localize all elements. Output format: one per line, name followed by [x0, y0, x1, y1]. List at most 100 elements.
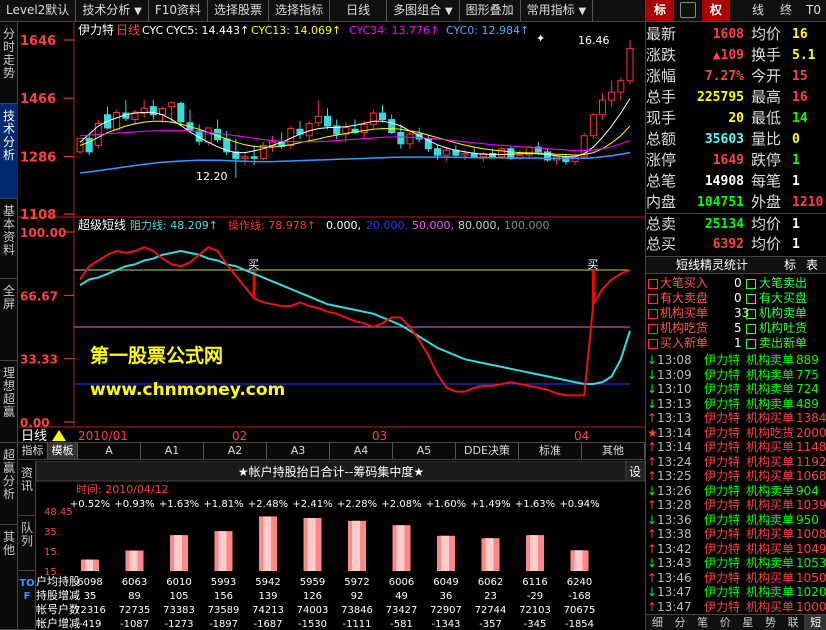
- side-tab-chaoying[interactable]: 超赢分析: [0, 443, 18, 525]
- tab-xian[interactable]: 线: [744, 0, 772, 21]
- trade-sign: ↓: [647, 396, 658, 411]
- elf-label: 机构买单: [660, 306, 709, 320]
- tab-a4[interactable]: A4: [330, 443, 393, 459]
- trade-action: 机构买单: [746, 454, 795, 469]
- quote-value-2: 0: [792, 132, 800, 147]
- side-tab-tech[interactable]: 技术分析: [0, 104, 18, 199]
- trade-sign: ↓: [647, 353, 658, 367]
- tab-standard[interactable]: 标准: [519, 443, 582, 459]
- candle-body: [314, 115, 322, 124]
- tab-a1[interactable]: A1: [141, 443, 204, 459]
- trade-action: 机构买单: [746, 411, 795, 425]
- chip-panel-title: ★帐户持股抬日合计--筹码集中度★: [238, 464, 424, 479]
- menu-level2[interactable]: Level2默认: [0, 0, 77, 21]
- tab-a[interactable]: A: [78, 443, 141, 459]
- trade-action: 机构卖单: [746, 353, 795, 367]
- elf-checkbox-icon: [746, 279, 756, 289]
- chip-row-value: 6049: [433, 577, 458, 588]
- side-tab-intraday[interactable]: 分时走势: [0, 22, 18, 104]
- side-tab-fullscreen[interactable]: 全屏: [0, 279, 18, 361]
- candle-body: [599, 99, 606, 116]
- chip-row-value: 6062: [478, 577, 503, 588]
- elf-stats: 大笔买入 0 大笔卖出 有大卖盘 0 有大买盘 机构买单 33 机构卖单 机构吃货 5 机构吐货 买入新…: [646, 276, 826, 352]
- trade-action: 机构买单: [746, 498, 795, 512]
- elf-tab-biao[interactable]: 标: [784, 257, 796, 274]
- quote-value: 25134: [704, 217, 744, 232]
- price-tick-label: 1646: [20, 34, 56, 49]
- tab-a5[interactable]: A5: [393, 443, 456, 459]
- menu-overlay[interactable]: 图形叠加: [460, 0, 521, 21]
- chip-row-value: -1530: [298, 619, 327, 630]
- candle-body: [617, 80, 625, 93]
- chip-row-value: -29: [527, 591, 543, 602]
- trade-sign: ↑: [647, 570, 658, 585]
- right-bottom-tab[interactable]: 笔: [691, 615, 714, 630]
- sub-tick-label: 33.33: [20, 353, 58, 367]
- chip-rows: 户均持股6098 6063 6010 5993 5942 5959 5972 6006 6049…: [36, 574, 595, 630]
- menu-tech-analysis[interactable]: 技术分析 ▼: [76, 0, 149, 21]
- trade-name: 伊力特: [704, 498, 741, 512]
- quote-value-2: 14: [792, 111, 808, 126]
- trade-sign: ↑: [647, 527, 658, 541]
- elf-tab-table[interactable]: 表: [806, 257, 818, 274]
- trade-time: 13:13: [657, 411, 692, 425]
- right-bottom-tab[interactable]: 分: [669, 615, 692, 630]
- trade-row: ↑ 13:47 伊力特 机构买单 1000: [646, 600, 826, 616]
- candle-body: [397, 131, 405, 145]
- elf-row: 有大卖盘 0 有大买盘: [646, 291, 826, 306]
- trade-action: 机构买单: [746, 469, 795, 483]
- tab-dde[interactable]: DDE决策: [456, 443, 519, 459]
- menu-common-ind[interactable]: 常用指标 ▼: [521, 0, 594, 21]
- trade-name: 伊力特: [704, 570, 741, 585]
- trade-row: ↑ 13:38 伊力特 机构买单 1008: [646, 527, 826, 543]
- tab-a3[interactable]: A3: [267, 443, 330, 459]
- quote-row: 总买 6392 均价 1: [646, 234, 826, 255]
- tab-a2[interactable]: A2: [204, 443, 267, 459]
- chip-row-value: -1687: [253, 619, 282, 630]
- elf-row: 买入新单 1 卖出新单: [646, 336, 826, 351]
- candle-body: [434, 148, 441, 156]
- side-tab-other[interactable]: 其他: [0, 525, 18, 630]
- menu-f10[interactable]: F10资料: [149, 0, 209, 21]
- kline-chart[interactable]: 1646 1466 1286 1108 伊力特 日线 CYC CYC5: 14.443…: [18, 22, 645, 442]
- trade-sign: ↑: [647, 498, 658, 512]
- right-bottom-tab[interactable]: 短: [804, 615, 826, 630]
- tab-indicator[interactable]: 指标: [18, 443, 48, 459]
- tab-template[interactable]: 模板: [48, 443, 78, 459]
- chip-pct-label: +0.93%: [114, 499, 154, 510]
- quote-value-2: 5.1: [792, 48, 816, 63]
- menu-multi-chart[interactable]: 多图组合 ▼: [387, 0, 460, 21]
- right-bottom-tab[interactable]: 势: [759, 615, 782, 630]
- right-bottom-tab[interactable]: 价: [714, 615, 737, 630]
- side-tab-queue[interactable]: 队列: [18, 516, 36, 571]
- tab-other[interactable]: 其他: [582, 443, 645, 459]
- trade-volume: 1008: [796, 527, 826, 541]
- right-bottom-tab[interactable]: 联: [782, 615, 805, 630]
- chip-bar-highlight: [530, 535, 538, 571]
- elf-value: 0: [734, 276, 742, 290]
- sub-tick-label: 100.00: [20, 226, 66, 240]
- tab-quan[interactable]: 权: [702, 0, 730, 21]
- side-tab-ideal[interactable]: 理想超赢: [0, 361, 18, 443]
- chip-row-value: -581: [390, 619, 413, 630]
- tab-t0[interactable]: T0: [800, 0, 826, 21]
- checkbox-icon[interactable]: [680, 2, 696, 18]
- date-label-2: 03: [372, 429, 387, 442]
- menu-daily[interactable]: 日线: [330, 0, 388, 21]
- legend-cyc34: CYC34: 13.776↑: [349, 24, 439, 37]
- quote-panel: 标 权 线 终 T0 最新 1608 均价 16 涨跌 ▲109 换手 5.1 涨幅 7.27% 今…: [645, 0, 826, 630]
- trade-name: 伊力特: [704, 512, 741, 527]
- tof-label: TOF: [18, 571, 36, 630]
- trade-volume: 904: [796, 483, 819, 498]
- tab-zhong[interactable]: 终: [774, 0, 798, 21]
- right-bottom-tab[interactable]: 星: [737, 615, 760, 630]
- menu-select-stock[interactable]: 选择股票: [208, 0, 270, 21]
- tab-biao[interactable]: 标: [646, 0, 674, 21]
- side-tab-news[interactable]: 资讯: [18, 461, 36, 516]
- elf-label-2: 大笔卖出: [759, 276, 808, 290]
- elf-label-2: 有大买盘: [759, 291, 808, 305]
- side-tab-basic[interactable]: 基本资料: [0, 199, 18, 279]
- legend-50: 50.000,: [412, 219, 454, 232]
- menu-select-indicator[interactable]: 选择指标: [269, 0, 331, 21]
- right-bottom-tab[interactable]: 细: [646, 615, 669, 630]
